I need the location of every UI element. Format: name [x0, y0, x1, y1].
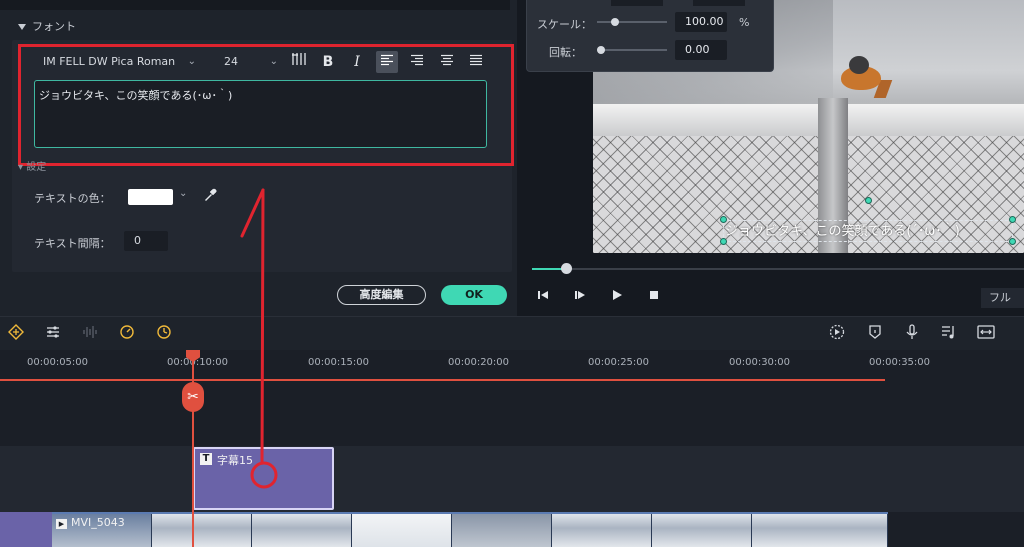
playback-scrubber[interactable]: [532, 268, 1024, 270]
video-editor-window: フォント IM FELL DW Pica Roman ⌄ 24 ⌄ B I ジョ…: [0, 0, 1024, 547]
scale-label: スケール：: [537, 18, 592, 31]
video-thumbnail: [452, 514, 552, 547]
rotate-input[interactable]: 0.00: [675, 40, 727, 60]
timecode-label: 00:00:30:00: [729, 357, 791, 368]
video-clip[interactable]: ▶ MVI_5043: [52, 512, 888, 547]
panel-top-strip: [0, 0, 510, 10]
rotate-handle[interactable]: [865, 197, 872, 204]
resize-handle[interactable]: [1009, 238, 1016, 245]
speed-icon[interactable]: [118, 324, 136, 342]
timecode-label: 00:00:35:00: [869, 357, 931, 368]
play-icon[interactable]: [611, 289, 623, 304]
video-thumbnail: [252, 514, 352, 547]
timeline-track[interactable]: [0, 382, 1024, 446]
title-clip-name: 字幕15: [217, 454, 253, 467]
scale-input[interactable]: 100.00: [675, 12, 727, 32]
audio-wave-icon[interactable]: [81, 324, 99, 342]
video-thumbnail: [752, 514, 888, 547]
timecode-label: 00:00:25:00: [588, 357, 650, 368]
resize-handle[interactable]: [720, 216, 727, 223]
video-clip-label: ▶ MVI_5043: [56, 516, 125, 529]
resize-handle[interactable]: [720, 238, 727, 245]
text-spacing-label: テキスト間隔：: [34, 237, 111, 250]
text-color-swatch[interactable]: [128, 189, 173, 205]
video-thumbnail: [152, 514, 252, 547]
settings-section-header[interactable]: ▾ 設定: [18, 158, 46, 173]
text-spacing-input[interactable]: 0: [124, 231, 168, 251]
ok-button[interactable]: OK: [441, 285, 507, 305]
add-marker-icon[interactable]: [7, 324, 25, 342]
video-thumbnail: [352, 514, 452, 547]
scrubber-knob[interactable]: [561, 263, 572, 274]
timecode-label: 00:00:20:00: [448, 357, 510, 368]
fit-timeline-icon[interactable]: [977, 324, 995, 342]
render-icon[interactable]: [828, 324, 846, 342]
video-thumbnail: [552, 514, 652, 547]
annotation-highlight-box: [18, 44, 514, 166]
title-clip-icon: T: [200, 453, 212, 465]
audio-mixer-icon[interactable]: [940, 324, 958, 342]
scissors-icon[interactable]: ✂: [182, 382, 204, 412]
step-back-icon[interactable]: [536, 289, 550, 304]
scale-unit: %: [739, 16, 750, 29]
chevron-down-icon[interactable]: ⌄: [179, 188, 187, 199]
title-clip[interactable]: T 字幕15: [193, 447, 334, 510]
stop-icon[interactable]: [648, 289, 660, 304]
video-thumbnail: [652, 514, 752, 547]
video-clip-name: MVI_5043: [71, 516, 125, 529]
resize-handle[interactable]: [1009, 216, 1016, 223]
microphone-icon[interactable]: [903, 324, 921, 342]
timeline-track[interactable]: [0, 446, 1024, 512]
adjust-icon[interactable]: [44, 324, 62, 342]
duration-icon[interactable]: [155, 324, 173, 342]
timecode-label: 00:00:05:00: [27, 357, 89, 368]
collapse-triangle-icon: [18, 23, 26, 30]
marker-icon[interactable]: [866, 324, 884, 342]
rotate-label: 回転：: [549, 46, 582, 59]
rotate-slider[interactable]: [597, 49, 667, 51]
advanced-edit-button[interactable]: 高度編集: [337, 285, 426, 305]
inspector-field-stub: [693, 0, 745, 6]
eyedropper-icon[interactable]: [203, 188, 217, 206]
preview-subtitle-text[interactable]: ジョウビタキ、この笑顔である(´･ω･｀): [725, 220, 960, 239]
scale-slider-knob[interactable]: [611, 18, 619, 26]
font-section-header[interactable]: フォント: [14, 18, 514, 40]
settings-section-title: 設定: [26, 162, 47, 173]
fullscreen-select[interactable]: フル: [981, 288, 1024, 308]
text-color-label: テキストの色：: [34, 192, 111, 205]
transform-inspector: スケール： 100.00 % 回転： 0.00: [526, 0, 774, 72]
timecode-label: 00:00:15:00: [308, 357, 370, 368]
font-section-title: フォント: [32, 20, 76, 33]
step-forward-icon[interactable]: [573, 289, 587, 304]
clip-segment[interactable]: [0, 512, 52, 547]
fence-rail: [593, 104, 1024, 138]
inspector-field-stub: [611, 0, 663, 6]
render-range-line: [0, 379, 885, 381]
scale-slider[interactable]: [597, 21, 667, 23]
video-clip-icon: ▶: [56, 519, 67, 529]
rotate-slider-knob[interactable]: [597, 46, 605, 54]
bird-head: [849, 56, 869, 74]
